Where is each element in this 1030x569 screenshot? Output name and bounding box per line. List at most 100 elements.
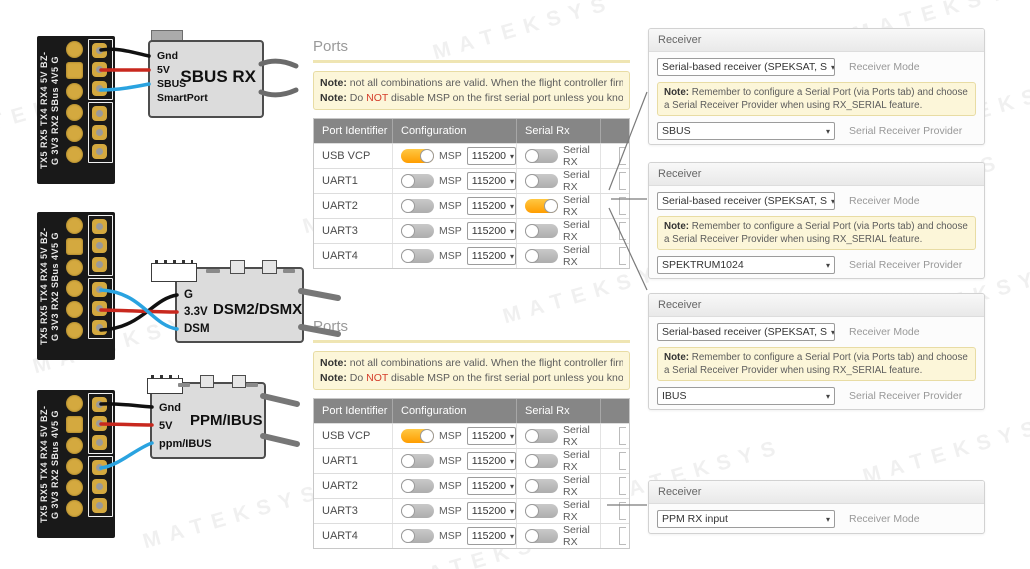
msp-toggle[interactable] — [401, 149, 434, 164]
serial-rx-toggle[interactable] — [525, 174, 558, 189]
solder-pad — [66, 104, 83, 121]
serial-rx-toggle[interactable] — [525, 479, 558, 494]
port-name: UART4 — [314, 524, 393, 549]
receiver-panel-header: Receiver — [649, 294, 984, 317]
baud-select[interactable]: 115200 ▾ — [466, 477, 516, 496]
ports-note-box: Note: not all combinations are valid. Wh… — [313, 351, 630, 391]
note-label: Note: — [664, 352, 690, 363]
dsm-module-title: DSM2/DSMX — [213, 301, 303, 318]
dropdown-caret-icon: ▾ — [825, 260, 830, 270]
port-name: UART2 — [314, 474, 393, 499]
solder-pad — [92, 62, 107, 77]
receiver-note-box: Note: Remember to configure a Serial Por… — [657, 347, 976, 382]
receiver-mode-value: Serial-based receiver (SPEKSAT, S — [662, 195, 827, 207]
msp-toggle[interactable] — [401, 479, 434, 494]
table-row: UART2 MSP 115200 ▾ Serial RX — [314, 473, 629, 499]
fc-pad-board-ppm: TX5 RX5 TX4 RX4 5V BZ- G 3V3 RX2 SBus 4V… — [37, 390, 115, 538]
port-name: UART3 — [314, 499, 393, 524]
receiver-mode-select[interactable]: PPM RX input ▾ — [657, 510, 835, 528]
serial-rx-toggle[interactable] — [525, 149, 558, 164]
solder-pad — [92, 257, 107, 272]
pad-labels: TX5 RX5 TX4 RX4 5V BZ- G 3V3 RX2 SBus 4V… — [39, 212, 62, 360]
msp-toggle[interactable] — [401, 199, 434, 214]
serial-rx-toggle[interactable] — [525, 249, 558, 264]
dropdown-caret-icon: ▾ — [825, 391, 830, 401]
col-header-configuration: Configuration — [393, 399, 517, 424]
dropdown-caret-icon: ▾ — [510, 201, 515, 211]
pad-row-label-outer: TX5 RX5 TX4 RX4 5V BZ- — [39, 51, 49, 169]
serial-rx-toggle[interactable] — [525, 199, 558, 214]
note-label: Note: — [320, 371, 347, 384]
dropdown-caret-icon: ▾ — [825, 514, 830, 524]
serial-rx-label: Serial RX — [563, 244, 590, 269]
serial-rx-toggle[interactable] — [525, 454, 558, 469]
dropdown-caret-icon: ▾ — [825, 126, 830, 136]
serial-provider-select[interactable]: SPEKTRUM1024 ▾ — [657, 256, 835, 275]
pad-column-left — [66, 41, 83, 163]
ports-note-box: Note: not all combinations are valid. Wh… — [313, 71, 630, 111]
col-header-clipped — [601, 119, 629, 143]
pad-row-label-inner: G 3V3 RX2 SBus 4V5 G — [50, 55, 61, 165]
serial-provider-select[interactable]: SBUS ▾ — [657, 122, 835, 141]
col-header-port: Port Identifier — [314, 399, 393, 424]
ppm-button — [232, 375, 246, 388]
baud-select[interactable]: 115200 ▾ — [466, 147, 516, 166]
note-label: Note: — [664, 87, 690, 98]
baud-select[interactable]: 115200 ▾ — [466, 247, 516, 266]
table-header-row: Port Identifier Configuration Serial Rx — [314, 119, 629, 144]
dropdown-caret-icon: ▾ — [510, 251, 515, 261]
baud-select[interactable]: 115200 ▾ — [466, 172, 516, 191]
msp-toggle[interactable] — [401, 504, 434, 519]
antenna-wire — [260, 393, 300, 407]
table-row: USB VCP MSP 115200 ▾ Serial RX — [314, 423, 629, 449]
solder-pad — [92, 397, 107, 412]
msp-toggle[interactable] — [401, 454, 434, 469]
baud-select[interactable]: 115200 ▾ — [466, 452, 516, 471]
serial-rx-toggle[interactable] — [525, 504, 558, 519]
serial-provider-select[interactable]: IBUS ▾ — [657, 387, 835, 406]
solder-pad — [66, 62, 83, 79]
msp-toggle[interactable] — [401, 174, 434, 189]
serial-rx-toggle[interactable] — [525, 224, 558, 239]
receiver-mode-select[interactable]: Serial-based receiver (SPEKSAT, S ▾ — [657, 58, 835, 76]
receiver-mode-select[interactable]: Serial-based receiver (SPEKSAT, S ▾ — [657, 323, 835, 341]
baud-select[interactable]: 115200 ▾ — [466, 427, 516, 446]
pad-labels: TX5 RX5 TX4 RX4 5V BZ- G 3V3 RX2 SBus 4V… — [39, 36, 62, 184]
baud-select[interactable]: 115200 ▾ — [466, 502, 516, 521]
receiver-mode-value: Serial-based receiver (SPEKSAT, S — [662, 326, 827, 338]
sbus-module-title: SBUS RX — [180, 67, 256, 86]
solder-pad — [66, 146, 83, 163]
serial-rx-label: Serial RX — [563, 524, 590, 549]
table-row: UART1 MSP 115200 ▾ Serial RX — [314, 448, 629, 474]
solder-pad — [92, 301, 107, 316]
baud-select[interactable]: 115200 ▾ — [466, 527, 516, 546]
note-label: Note: — [664, 221, 690, 232]
msp-toggle[interactable] — [401, 529, 434, 544]
serial-provider-value: SPEKTRUM1024 — [662, 259, 744, 272]
baud-value: 115200 — [471, 200, 507, 213]
msp-label: MSP — [439, 175, 462, 188]
baud-select[interactable]: 115200 ▾ — [466, 222, 516, 241]
dsm-bind-connector — [151, 260, 197, 282]
table-row: UART1 MSP 115200 ▾ Serial RX — [314, 168, 629, 194]
note-highlight: NOT — [366, 371, 389, 384]
serial-rx-toggle[interactable] — [525, 529, 558, 544]
solder-pad — [92, 81, 107, 96]
serial-rx-toggle[interactable] — [525, 429, 558, 444]
serial-provider-value: IBUS — [662, 390, 687, 403]
table-row: UART3 MSP 115200 ▾ Serial RX — [314, 218, 629, 244]
msp-toggle[interactable] — [401, 429, 434, 444]
baud-select[interactable]: 115200 ▾ — [466, 197, 516, 216]
col-header-configuration: Configuration — [393, 119, 517, 144]
baud-value: 115200 — [471, 505, 507, 518]
pad-labels: TX5 RX5 TX4 RX4 5V BZ- G 3V3 RX2 SBus 4V… — [39, 390, 62, 538]
sbus-receiver-module: Gnd 5V SBUS SmartPort SBUS RX — [148, 40, 264, 118]
solder-pad — [66, 238, 83, 255]
serial-rx-label: Serial RX — [563, 144, 590, 169]
msp-toggle[interactable] — [401, 224, 434, 239]
msp-toggle[interactable] — [401, 249, 434, 264]
ports-table: Port Identifier Configuration Serial Rx … — [313, 118, 630, 270]
note-label: Note: — [320, 91, 347, 104]
pad-group — [88, 393, 113, 454]
receiver-mode-select[interactable]: Serial-based receiver (SPEKSAT, S ▾ — [657, 192, 835, 210]
